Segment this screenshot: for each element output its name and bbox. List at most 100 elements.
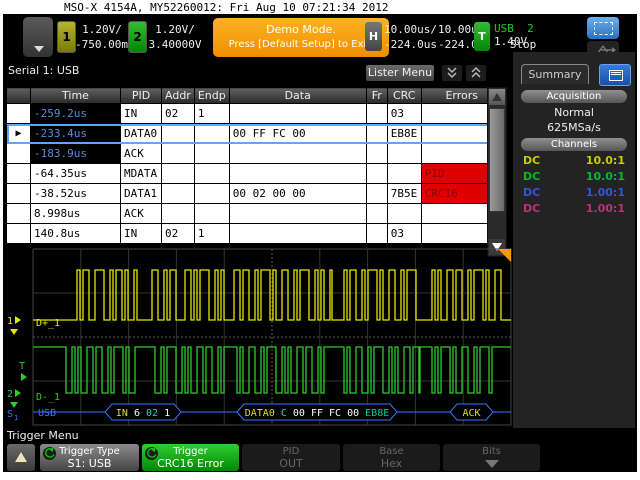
column-header: Addr bbox=[161, 87, 195, 104]
probe-ratio: 10.0:1 bbox=[585, 154, 625, 167]
endp-cell: 1 bbox=[193, 223, 230, 244]
table-row[interactable]: -259.2us IN 02 1 03 bbox=[6, 103, 503, 124]
channel-summary-row: DC 1.00:1 bbox=[523, 186, 625, 199]
channel2-number: 2 bbox=[133, 30, 142, 44]
summary-panel: Summary Acquisition Normal 625MSa/s Chan… bbox=[513, 52, 635, 428]
data-cell bbox=[228, 143, 367, 164]
data-cell: 00 FF FC 00 bbox=[228, 123, 367, 144]
pid-cell: ACK bbox=[120, 203, 162, 224]
ch2-wave-label: D-_1 bbox=[36, 392, 60, 403]
double-chevron-up-icon bbox=[471, 66, 481, 78]
time-cell: -64.35us bbox=[30, 163, 121, 184]
packet-text: ACK bbox=[462, 408, 480, 419]
softkey-value: Hex bbox=[380, 457, 403, 470]
table-row[interactable]: -183.9us ACK bbox=[6, 143, 503, 164]
coupling-label: DC bbox=[523, 186, 541, 199]
menu-back-button[interactable] bbox=[7, 444, 35, 471]
row-marker-cell bbox=[6, 143, 31, 164]
lister-table: Time PID Addr Endp Data Fr CRC Errors -259.2us I… bbox=[6, 87, 503, 244]
demo-mode-banner[interactable]: Demo Mode. Press [Default Setup] to Exit… bbox=[213, 18, 389, 57]
softkey-bits: Bits bbox=[443, 444, 540, 471]
serial-bus-title: Serial 1: USB bbox=[8, 64, 80, 77]
probe-ratio: 1.00:1 bbox=[585, 186, 625, 199]
time-cell: -183.9us bbox=[30, 143, 121, 164]
column-header: Fr bbox=[365, 87, 388, 104]
crc-cell bbox=[386, 203, 422, 224]
data-cell bbox=[228, 163, 367, 184]
lister-scrollbar[interactable] bbox=[487, 87, 507, 257]
row-marker-cell bbox=[6, 183, 31, 204]
channels-header: Channels bbox=[521, 138, 627, 151]
pid-cell: MDATA bbox=[120, 163, 162, 184]
probe-ratio: 1.00:1 bbox=[585, 202, 625, 215]
bus-marker-sub: 1 bbox=[14, 414, 18, 422]
table-row[interactable]: -64.35us MDATA PID bbox=[6, 163, 503, 184]
endp-cell bbox=[193, 143, 230, 164]
endp-cell bbox=[193, 203, 230, 224]
timebase-readout-1[interactable]: 10.00us/ -224.0us bbox=[384, 22, 437, 52]
channel1-number: 1 bbox=[62, 30, 71, 44]
trigger-channel: 2 bbox=[527, 22, 534, 35]
lister-menu-button[interactable]: Lister Menu bbox=[366, 65, 434, 81]
table-row-selected[interactable]: ▶ -233.4us DATA0 00 FF FC 00 EB8E bbox=[6, 123, 503, 144]
selection-rect-icon bbox=[594, 22, 613, 35]
zoom-select-button[interactable] bbox=[587, 17, 619, 39]
softkey-trigger[interactable]: Trigger CRC16 Error bbox=[142, 444, 239, 471]
acquisition-mode: Normal bbox=[554, 106, 594, 119]
run-state: Stop bbox=[509, 38, 537, 51]
column-header bbox=[6, 87, 31, 104]
trigger-button[interactable]: T bbox=[474, 22, 490, 51]
softkey-value: OUT bbox=[279, 457, 303, 470]
channel1-readout[interactable]: 1.20V/ -750.00mV bbox=[75, 22, 135, 52]
addr-cell bbox=[161, 163, 195, 184]
pid-cell: DATA0 bbox=[120, 123, 162, 144]
trigger-label: T bbox=[478, 30, 486, 43]
crc-cell bbox=[386, 143, 422, 164]
data-cell bbox=[228, 203, 367, 224]
row-marker-cell bbox=[6, 203, 31, 224]
time-cell: -259.2us bbox=[30, 103, 121, 124]
bus-name-label: USB bbox=[38, 408, 56, 419]
fr-cell bbox=[365, 223, 388, 244]
scrollbar-thumb[interactable] bbox=[489, 108, 505, 212]
fr-cell bbox=[365, 163, 388, 184]
softkey-base: Base Hex bbox=[343, 444, 440, 471]
lister-expand-button[interactable] bbox=[442, 65, 462, 81]
data-cell bbox=[228, 103, 367, 124]
menu-dropdown-button[interactable] bbox=[23, 17, 53, 57]
pid-cell: DATA1 bbox=[120, 183, 162, 204]
channel2-readout[interactable]: 1.20V/ 3.40000V bbox=[147, 22, 203, 52]
table-row[interactable]: 140.8us IN 02 1 03 bbox=[6, 223, 503, 244]
ch1-wave-label: D+_1 bbox=[36, 318, 60, 329]
horizontal-button[interactable]: H bbox=[365, 22, 382, 51]
channel1-button[interactable]: 1 bbox=[57, 21, 76, 53]
addr-cell bbox=[161, 183, 195, 204]
screenshot-title: MSO-X 4154A, MY52260012: Fri Aug 10 07:2… bbox=[64, 1, 389, 14]
fr-cell bbox=[365, 203, 388, 224]
addr-cell: 02 bbox=[161, 223, 195, 244]
pid-cell: IN bbox=[120, 103, 162, 124]
pid-cell: ACK bbox=[120, 143, 162, 164]
arrow-up-icon bbox=[15, 452, 27, 462]
tab-summary[interactable]: Summary bbox=[521, 64, 589, 84]
channel2-button[interactable]: 2 bbox=[128, 21, 147, 53]
crc-cell: 7B5E bbox=[386, 183, 422, 204]
table-row[interactable]: -38.52us DATA1 00 02 00 00 7B5E CRC16 bbox=[6, 183, 503, 204]
summary-menu-button[interactable] bbox=[599, 64, 631, 86]
fr-cell bbox=[365, 103, 388, 124]
scroll-up-button[interactable] bbox=[489, 89, 505, 105]
waveform-display[interactable]: D+_1D-_11T2S 1 USB IN 6 02 1 DATA0 C 00 FF F… bbox=[5, 247, 513, 429]
demo-mode-line1: Demo Mode. bbox=[266, 23, 336, 36]
column-header: Endp bbox=[193, 87, 230, 104]
down-arrow-icon bbox=[484, 460, 499, 468]
horizontal-label: H bbox=[368, 30, 379, 43]
time-cell: 8.998us bbox=[30, 203, 121, 224]
endp-cell bbox=[193, 123, 230, 144]
timebase-scale-1: 10.00us/ bbox=[384, 23, 437, 36]
trigger-level-marker: T bbox=[19, 361, 25, 372]
endp-cell bbox=[193, 183, 230, 204]
channel-summary-row: DC 1.00:1 bbox=[523, 202, 625, 215]
table-row[interactable]: 8.998us ACK bbox=[6, 203, 503, 224]
lister-collapse-button[interactable] bbox=[466, 65, 486, 81]
softkey-trigger-type[interactable]: Trigger Type S1: USB bbox=[40, 444, 139, 471]
